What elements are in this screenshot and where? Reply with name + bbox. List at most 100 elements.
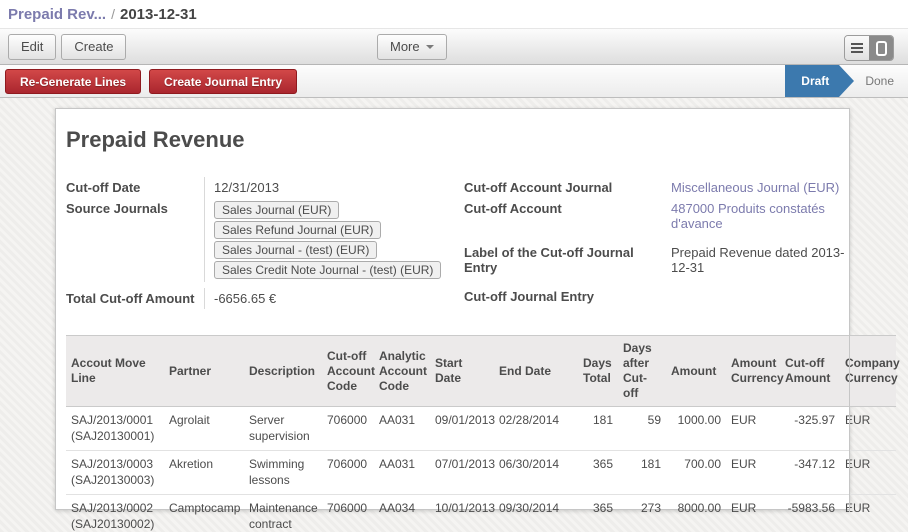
field-total-cutoff: Total Cut-off Amount -6656.65 € [66, 288, 464, 309]
col-cutoff-account-code[interactable]: Cut-off Account Code [322, 336, 374, 407]
source-journals-label: Source Journals [66, 198, 204, 282]
table-cell: 706000 [322, 495, 374, 532]
table-cell: SAJ/2013/0001 (SAJ20130001) [66, 407, 164, 451]
table-cell: EUR [726, 495, 780, 532]
table-row[interactable]: SAJ/2013/0002 (SAJ20130002)CamptocampMai… [66, 495, 896, 532]
journal-tag[interactable]: Sales Journal (EUR) [214, 201, 339, 219]
statusbar: Draft Done [785, 65, 908, 97]
total-cutoff-label: Total Cut-off Amount [66, 288, 204, 309]
table-cell: EUR [726, 407, 780, 451]
field-cutoff-date: Cut-off Date 12/31/2013 [66, 177, 464, 198]
table-row[interactable]: SAJ/2013/0003 (SAJ20130003)AkretionSwimm… [66, 451, 896, 495]
more-dropdown-button[interactable]: More [377, 34, 447, 60]
field-source-journals: Source Journals Sales Journal (EUR)Sales… [66, 198, 464, 282]
col-days-total[interactable]: Days Total [578, 336, 618, 407]
table-cell: 700.00 [666, 451, 726, 495]
col-amount[interactable]: Amount [666, 336, 726, 407]
table-cell: 706000 [322, 451, 374, 495]
create-button[interactable]: Create [61, 34, 126, 60]
col-cutoff-amount[interactable]: Cut-off Amount [780, 336, 840, 407]
cutoff-lines-body: SAJ/2013/0001 (SAJ20130001)AgrolaitServe… [66, 407, 896, 532]
breadcrumb-parent-link[interactable]: Prepaid Rev... [8, 6, 106, 23]
sheet-right-border [849, 108, 850, 512]
table-cell: 09/30/2014 [494, 495, 578, 532]
col-account-move-line[interactable]: Accout Move Line [66, 336, 164, 407]
table-cell: Maintenance contract [244, 495, 322, 532]
table-cell: AA031 [374, 407, 430, 451]
cutoff-journal-link[interactable]: Miscellaneous Journal (EUR) [662, 177, 846, 198]
cutoff-account-label: Cut-off Account [464, 198, 662, 234]
field-group-right: Cut-off Account Journal Miscellaneous Jo… [464, 177, 846, 309]
cutoff-date-value: 12/31/2013 [204, 177, 464, 198]
journal-entry-value [662, 286, 846, 307]
breadcrumb-separator: / [111, 6, 115, 22]
list-icon [851, 43, 863, 53]
field-groups: Cut-off Date 12/31/2013 Source Journals … [56, 153, 849, 309]
field-entry-label: Label of the Cut-off Journal Entry Prepa… [464, 242, 846, 278]
table-row[interactable]: SAJ/2013/0001 (SAJ20130001)AgrolaitServe… [66, 407, 896, 451]
more-label: More [390, 39, 420, 54]
table-cell: 365 [578, 451, 618, 495]
table-cell: EUR [726, 451, 780, 495]
create-journal-entry-button[interactable]: Create Journal Entry [149, 69, 297, 94]
cutoff-journal-label: Cut-off Account Journal [464, 177, 662, 198]
field-journal-entry: Cut-off Journal Entry [464, 286, 846, 307]
list-view-button[interactable] [845, 36, 869, 60]
col-analytic-account-code[interactable]: Analytic Account Code [374, 336, 430, 407]
table-cell: Camptocamp [164, 495, 244, 532]
field-cutoff-journal: Cut-off Account Journal Miscellaneous Jo… [464, 177, 846, 198]
table-cell: 06/30/2014 [494, 451, 578, 495]
table-cell: -325.97 [780, 407, 840, 451]
table-cell: AA031 [374, 451, 430, 495]
col-amount-currency[interactable]: Amount Currency [726, 336, 780, 407]
table-cell: Server supervision [244, 407, 322, 451]
breadcrumb: Prepaid Rev... / 2013-12-31 [0, 0, 908, 28]
table-cell: -5983.56 [780, 495, 840, 532]
state-draft: Draft [785, 65, 839, 97]
chevron-down-icon [426, 45, 434, 49]
regenerate-lines-button[interactable]: Re-Generate Lines [5, 69, 141, 94]
journal-tag[interactable]: Sales Refund Journal (EUR) [214, 221, 381, 239]
table-cell: 59 [618, 407, 666, 451]
form-icon [876, 41, 887, 56]
table-cell: Agrolait [164, 407, 244, 451]
table-cell: 02/28/2014 [494, 407, 578, 451]
form-view-button[interactable] [869, 36, 893, 60]
table-cell: Akretion [164, 451, 244, 495]
entry-label-label: Label of the Cut-off Journal Entry [464, 242, 662, 278]
page-title: Prepaid Revenue [56, 109, 849, 153]
table-cell: Swimming lessons [244, 451, 322, 495]
field-group-left: Cut-off Date 12/31/2013 Source Journals … [66, 177, 464, 309]
table-cell: AA034 [374, 495, 430, 532]
entry-label-value: Prepaid Revenue dated 2013-12-31 [662, 242, 846, 278]
breadcrumb-current: 2013-12-31 [120, 6, 197, 23]
table-cell: 1000.00 [666, 407, 726, 451]
col-description[interactable]: Description [244, 336, 322, 407]
total-cutoff-value: -6656.65 € [204, 288, 464, 309]
table-cell: 365 [578, 495, 618, 532]
cutoff-account-link[interactable]: 487000 Produits constatés d'avance [662, 198, 846, 234]
journal-entry-label: Cut-off Journal Entry [464, 286, 662, 307]
form-sheet: Prepaid Revenue Cut-off Date 12/31/2013 … [55, 108, 850, 510]
table-cell: 181 [578, 407, 618, 451]
cutoff-date-label: Cut-off Date [66, 177, 204, 198]
edit-button[interactable]: Edit [8, 34, 56, 60]
view-switcher [844, 35, 894, 61]
table-cell: 07/01/2013 [430, 451, 494, 495]
table-cell: SAJ/2013/0003 (SAJ20130003) [66, 451, 164, 495]
col-end-date[interactable]: End Date [494, 336, 578, 407]
journal-tag[interactable]: Sales Credit Note Journal - (test) (EUR) [214, 261, 441, 279]
table-cell: 273 [618, 495, 666, 532]
cutoff-lines-table: Accout Move Line Partner Description Cut… [66, 335, 896, 532]
source-journals-tags: Sales Journal (EUR) Sales Refund Journal … [214, 201, 464, 279]
action-bar: Re-Generate Lines Create Journal Entry D… [0, 65, 908, 98]
col-start-date[interactable]: Start Date [430, 336, 494, 407]
field-cutoff-account: Cut-off Account 487000 Produits constaté… [464, 198, 846, 234]
table-cell: SAJ/2013/0002 (SAJ20130002) [66, 495, 164, 532]
table-cell: 09/01/2013 [430, 407, 494, 451]
journal-tag[interactable]: Sales Journal - (test) (EUR) [214, 241, 377, 259]
table-cell: 706000 [322, 407, 374, 451]
col-partner[interactable]: Partner [164, 336, 244, 407]
table-header-row: Accout Move Line Partner Description Cut… [66, 336, 896, 407]
col-days-after-cutoff[interactable]: Days after Cut-off [618, 336, 666, 407]
